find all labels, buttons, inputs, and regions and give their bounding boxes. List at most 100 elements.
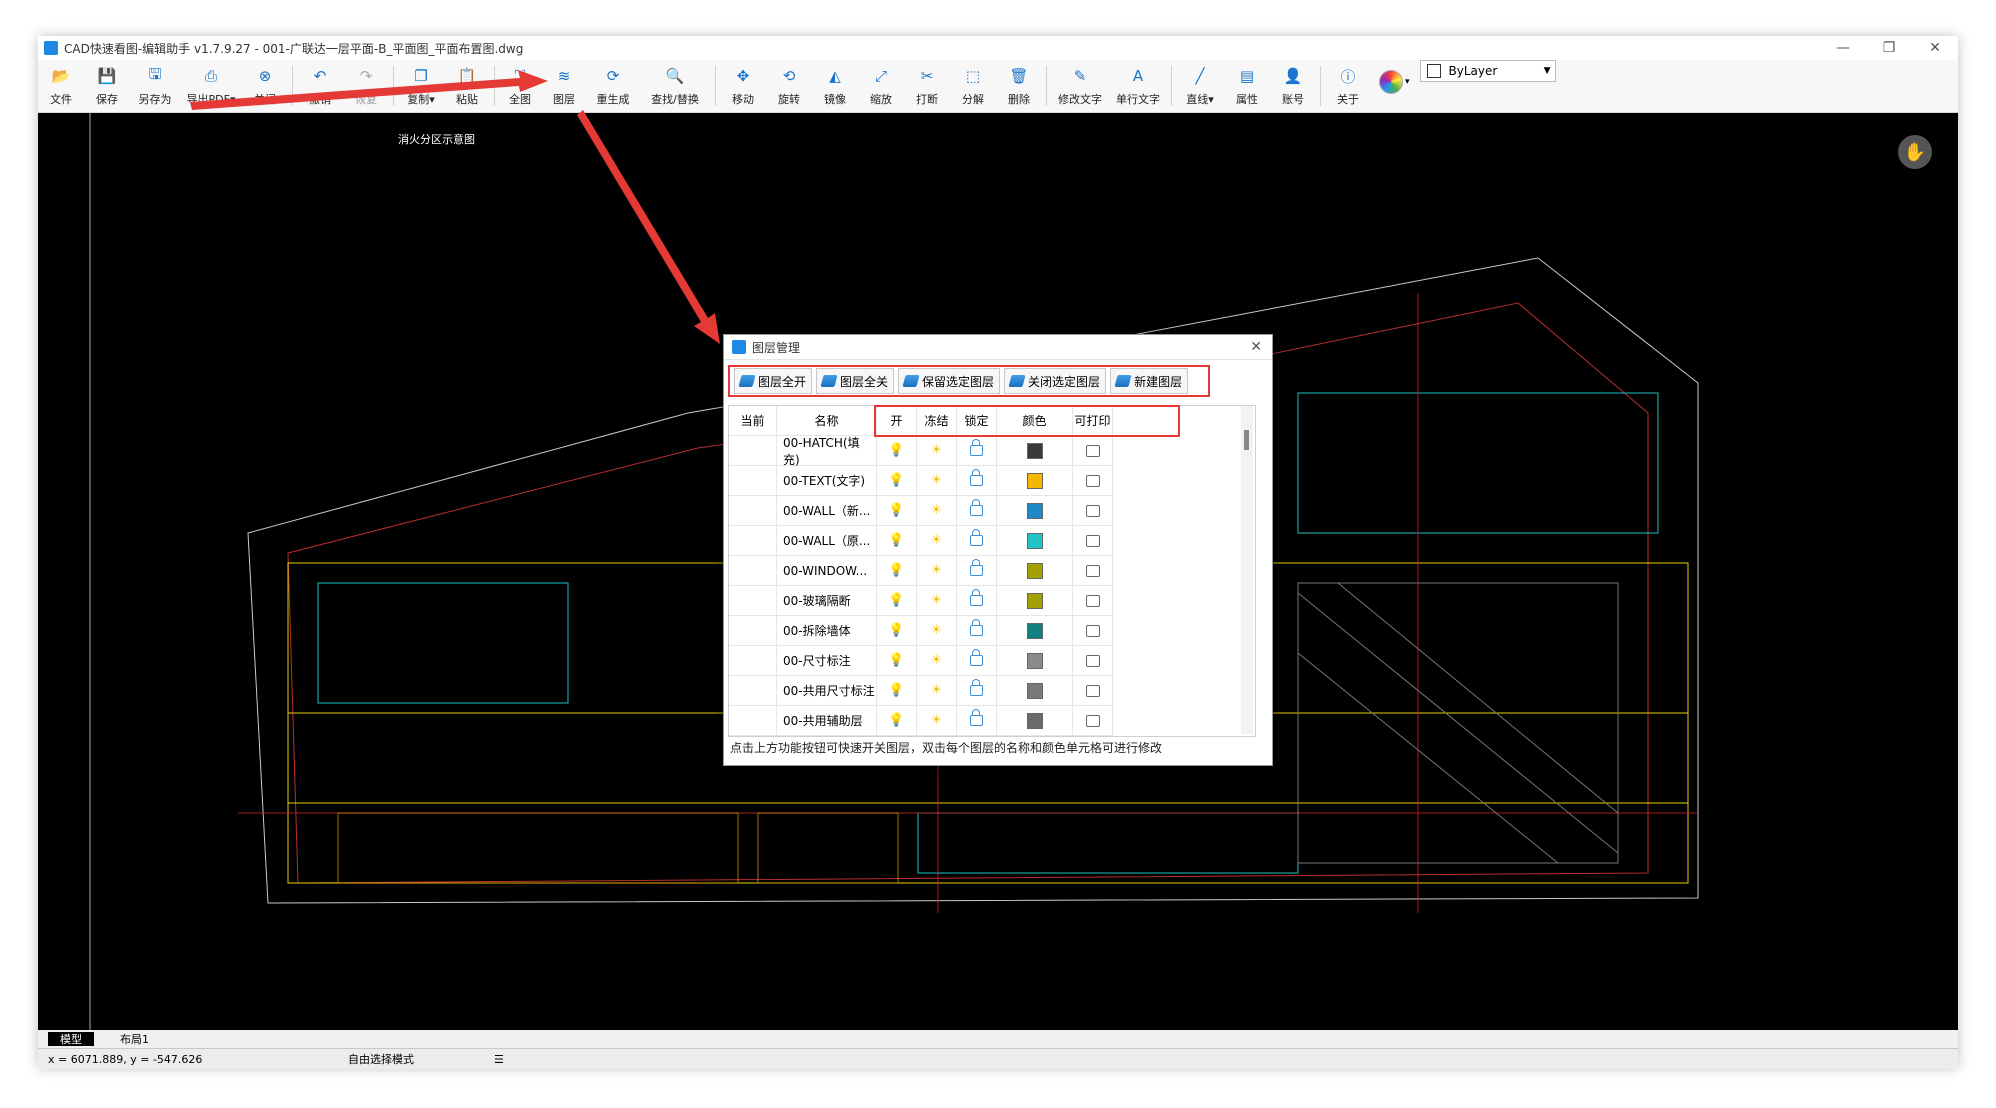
current-cell[interactable] xyxy=(729,646,777,676)
toolbar-paste-button[interactable]: 📋 粘贴 xyxy=(444,60,490,108)
on-cell[interactable]: 💡 xyxy=(877,526,917,556)
current-cell[interactable] xyxy=(729,526,777,556)
toolbar-single-text-button[interactable]: A 单行文字 xyxy=(1109,60,1167,108)
lock-cell[interactable] xyxy=(957,676,997,706)
toolbar-mirror-button[interactable]: ◭ 镜像 xyxy=(812,60,858,108)
table-row[interactable]: 00-WALL（新... 💡 ☀ xyxy=(729,496,1113,526)
sun-icon[interactable]: ☀ xyxy=(931,713,943,728)
color-swatch[interactable] xyxy=(1026,682,1043,699)
sun-icon[interactable]: ☀ xyxy=(931,683,943,698)
sun-icon[interactable]: ☀ xyxy=(931,653,943,668)
printer-icon[interactable] xyxy=(1085,564,1100,577)
printer-icon[interactable] xyxy=(1085,624,1100,637)
sun-icon[interactable]: ☀ xyxy=(931,533,943,548)
toolbar-copy-button[interactable]: ❐ 复制▾ xyxy=(398,60,444,108)
table-row[interactable]: 00-WALL（原... 💡 ☀ xyxy=(729,526,1113,556)
color-swatch[interactable] xyxy=(1026,472,1043,489)
sun-icon[interactable]: ☀ xyxy=(931,563,943,578)
current-cell[interactable] xyxy=(729,706,777,736)
toolbar-line-button[interactable]: ╱ 直线▾ xyxy=(1176,60,1224,108)
color-swatch[interactable] xyxy=(1026,712,1043,729)
unlock-icon[interactable] xyxy=(970,619,983,636)
color-swatch[interactable] xyxy=(1026,502,1043,519)
column-header[interactable]: 可打印 xyxy=(1073,406,1113,436)
layer-name-cell[interactable]: 00-TEXT(文字) xyxy=(777,466,877,496)
table-row[interactable]: 00-共用辅助层 💡 ☀ xyxy=(729,706,1113,736)
printer-icon[interactable] xyxy=(1085,504,1100,517)
lightbulb-icon[interactable]: 💡 xyxy=(888,623,904,638)
layer-btn-2[interactable]: 保留选定图层 xyxy=(898,368,1001,394)
toolbar-close-file-button[interactable]: ⊗ 关闭 xyxy=(242,60,288,108)
on-cell[interactable]: 💡 xyxy=(877,496,917,526)
printer-icon[interactable] xyxy=(1085,594,1100,607)
unlock-icon[interactable] xyxy=(970,439,983,456)
unlock-icon[interactable] xyxy=(970,709,983,726)
layer-name-cell[interactable]: 00-HATCH(填充) xyxy=(777,436,877,467)
color-cell[interactable] xyxy=(997,616,1073,646)
toolbar-about-button[interactable]: ⓘ 关于 xyxy=(1325,60,1371,108)
lock-cell[interactable] xyxy=(957,586,997,616)
printable-cell[interactable] xyxy=(1073,676,1113,706)
color-selector[interactable]: ▾ xyxy=(1379,70,1410,94)
current-cell[interactable] xyxy=(729,466,777,496)
sun-icon[interactable]: ☀ xyxy=(931,443,943,458)
freeze-cell[interactable]: ☀ xyxy=(917,466,957,496)
toolbar-redo-button[interactable]: ↷ 恢复 xyxy=(343,60,389,108)
color-swatch[interactable] xyxy=(1026,652,1043,669)
layer-name-cell[interactable]: 00-WALL（原... xyxy=(777,526,877,556)
sun-icon[interactable]: ☀ xyxy=(931,593,943,608)
lock-cell[interactable] xyxy=(957,466,997,496)
tab-layout1[interactable]: 布局1 xyxy=(108,1032,161,1046)
table-row[interactable]: 00-尺寸标注 💡 ☀ xyxy=(729,646,1113,676)
color-swatch[interactable] xyxy=(1026,532,1043,549)
color-cell[interactable] xyxy=(997,466,1073,496)
toolbar-regen-button[interactable]: ⟳ 重生成 xyxy=(587,60,639,108)
on-cell[interactable]: 💡 xyxy=(877,676,917,706)
toolbar-delete-button[interactable]: 🗑 删除 xyxy=(996,60,1042,108)
lightbulb-icon[interactable]: 💡 xyxy=(888,533,904,548)
lock-cell[interactable] xyxy=(957,706,997,736)
freeze-cell[interactable]: ☀ xyxy=(917,586,957,616)
current-cell[interactable] xyxy=(729,436,777,466)
color-wheel-icon[interactable] xyxy=(1379,70,1403,94)
toolbar-break-button[interactable]: ✂ 打断 xyxy=(904,60,950,108)
current-cell[interactable] xyxy=(729,616,777,646)
toolbar-file-button[interactable]: 📂 文件 xyxy=(38,60,84,108)
lock-cell[interactable] xyxy=(957,496,997,526)
sun-icon[interactable]: ☀ xyxy=(931,473,943,488)
close-window-button[interactable]: ✕ xyxy=(1912,36,1958,60)
printable-cell[interactable] xyxy=(1073,556,1113,586)
printable-cell[interactable] xyxy=(1073,466,1113,496)
lightbulb-icon[interactable]: 💡 xyxy=(888,563,904,578)
layer-name-cell[interactable]: 00-共用辅助层 xyxy=(777,706,877,736)
layer-btn-0[interactable]: 图层全开 xyxy=(734,368,813,394)
printable-cell[interactable] xyxy=(1073,436,1113,466)
freeze-cell[interactable]: ☀ xyxy=(917,616,957,646)
toolbar-export-pdf-button[interactable]: ⎙ 导出PDF▾ xyxy=(180,60,242,108)
table-row[interactable]: 00-HATCH(填充) 💡 ☀ xyxy=(729,436,1113,467)
lightbulb-icon[interactable]: 💡 xyxy=(888,473,904,488)
column-header[interactable]: 当前 xyxy=(729,406,777,436)
layer-btn-1[interactable]: 图层全关 xyxy=(816,368,895,394)
unlock-icon[interactable] xyxy=(970,499,983,516)
unlock-icon[interactable] xyxy=(970,559,983,576)
layer-btn-4[interactable]: 新建图层 xyxy=(1110,368,1189,394)
color-cell[interactable] xyxy=(997,646,1073,676)
color-swatch[interactable] xyxy=(1026,592,1043,609)
unlock-icon[interactable] xyxy=(970,529,983,546)
printer-icon[interactable] xyxy=(1085,474,1100,487)
unlock-icon[interactable] xyxy=(970,679,983,696)
lock-cell[interactable] xyxy=(957,646,997,676)
printable-cell[interactable] xyxy=(1073,526,1113,556)
unlock-icon[interactable] xyxy=(970,589,983,606)
layer-btn-3[interactable]: 关闭选定图层 xyxy=(1004,368,1107,394)
printable-cell[interactable] xyxy=(1073,646,1113,676)
chevron-down-icon[interactable]: ▾ xyxy=(1405,77,1410,87)
color-cell[interactable] xyxy=(997,556,1073,586)
toolbar-scale-button[interactable]: ⤢ 缩放 xyxy=(858,60,904,108)
printable-cell[interactable] xyxy=(1073,586,1113,616)
lock-cell[interactable] xyxy=(957,616,997,646)
printer-icon[interactable] xyxy=(1085,654,1100,667)
linetype-dropdown[interactable]: ByLayer ▼ xyxy=(1419,60,1556,82)
lightbulb-icon[interactable]: 💡 xyxy=(888,683,904,698)
